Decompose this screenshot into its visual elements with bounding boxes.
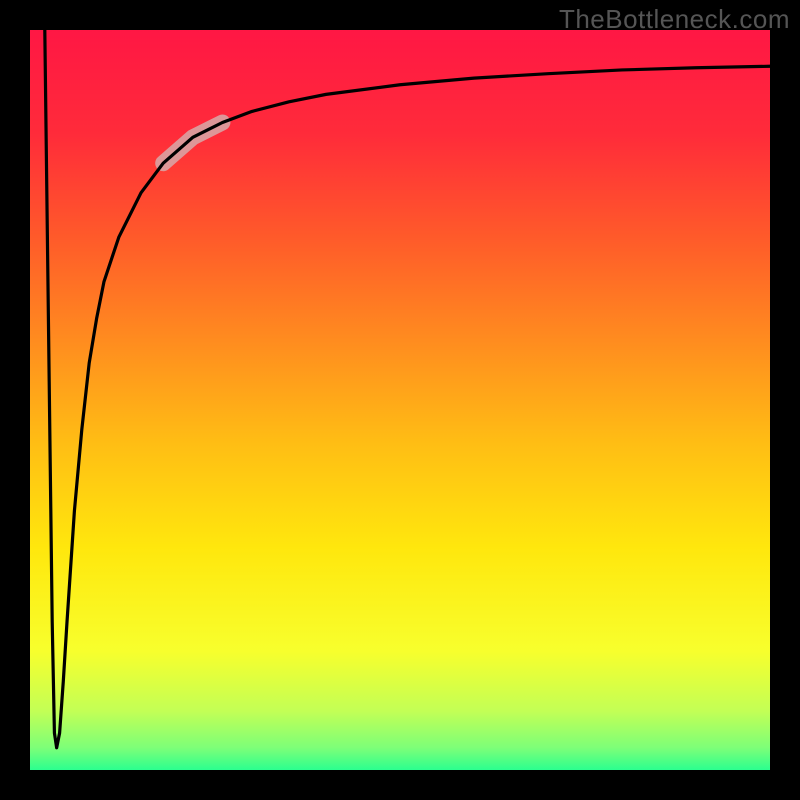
plot-background	[30, 30, 770, 770]
chart-container: TheBottleneck.com	[0, 0, 800, 800]
chart-svg	[0, 0, 800, 800]
